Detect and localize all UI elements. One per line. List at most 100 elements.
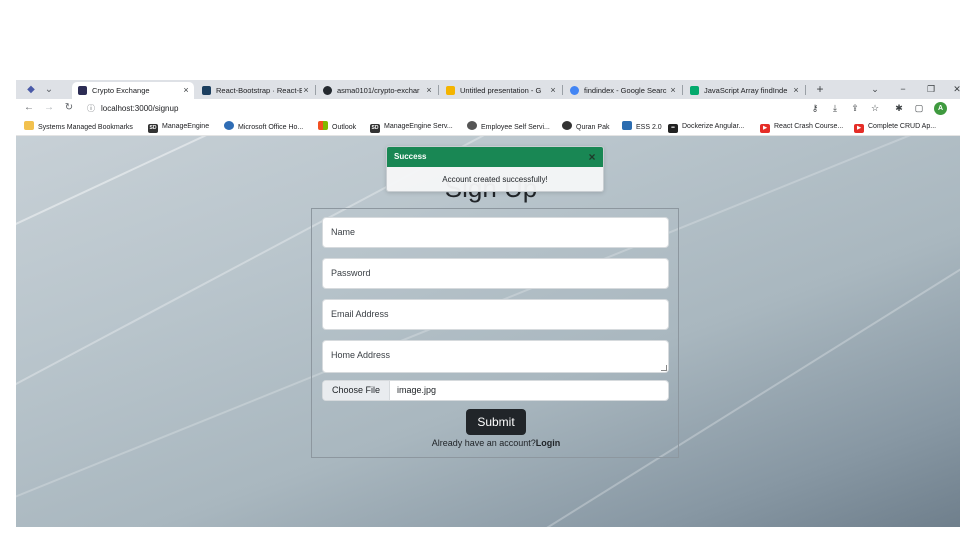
extensions-icon[interactable]: ✱ — [892, 101, 906, 115]
side-panel-icon[interactable]: ▢ — [912, 101, 926, 115]
resize-handle-icon[interactable] — [661, 365, 667, 371]
circle-icon — [562, 121, 572, 130]
close-tab-icon[interactable]: × — [302, 82, 310, 99]
youtube-icon: ▶ — [760, 124, 770, 133]
bookmark-label: Systems Managed Bookmarks — [38, 124, 133, 131]
tab-strip: ◆ ⌄ Crypto Exchange × React-Bootstrap · … — [16, 80, 960, 99]
google-icon — [570, 86, 579, 95]
tab-slides[interactable]: Untitled presentation - G × — [440, 82, 561, 99]
bookmarks-bar: Systems Managed Bookmarks SD ManageEngine… — [16, 118, 960, 136]
bookmark-item[interactable]: Systems Managed Bookmarks — [24, 121, 133, 133]
bookmark-star-icon[interactable]: ☆ — [868, 101, 882, 115]
login-prompt-text: Already have an account? — [431, 438, 536, 448]
browser-window: ◆ ⌄ Crypto Exchange × React-Bootstrap · … — [16, 80, 960, 527]
globe-icon — [467, 121, 477, 130]
login-prompt: Already have an account?Login — [312, 438, 680, 448]
teams-icon[interactable]: ◆ — [24, 83, 38, 96]
toast-message: Account created successfully! — [442, 175, 548, 184]
bookmark-item[interactable]: Quran Pak — [562, 121, 609, 133]
bookmark-item[interactable]: ▶ React Crash Course... — [760, 121, 843, 133]
bookmark-label: Dockerize Angular... — [682, 123, 745, 130]
bookmark-label: ESS 2.0 — [636, 124, 662, 131]
tab-w3schools[interactable]: JavaScript Array findInde × — [684, 82, 804, 99]
password-input[interactable]: Password — [322, 258, 669, 289]
tab-title: Crypto Exchange — [92, 86, 150, 95]
close-tab-icon[interactable]: × — [425, 82, 433, 99]
name-input[interactable]: Name — [322, 217, 669, 248]
selected-file-name: image.jpg — [397, 385, 437, 395]
key-icon[interactable]: ⚷ — [808, 101, 822, 115]
tab-separator — [438, 85, 439, 95]
close-tab-icon[interactable]: × — [792, 82, 800, 99]
tab-separator — [562, 85, 563, 95]
close-icon[interactable]: × — [585, 147, 599, 167]
bookmark-item[interactable]: Employee Self Servi... — [467, 121, 550, 133]
tab-favicon-icon — [202, 86, 211, 95]
sd-icon: SD — [370, 124, 380, 133]
tab-favicon-icon — [78, 86, 87, 95]
email-placeholder: Email Address — [331, 309, 389, 319]
tab-github[interactable]: asma0101/crypto-exchar × — [317, 82, 437, 99]
bookmark-item[interactable]: ▶ Complete CRUD Ap... — [854, 121, 936, 133]
bookmark-item[interactable]: SD ManageEngine Serv... — [370, 121, 453, 133]
bookmark-item[interactable]: Microsoft Office Ho... — [224, 121, 303, 133]
address-textarea[interactable]: Home Address — [322, 340, 669, 373]
back-icon[interactable]: ← — [22, 101, 36, 115]
dots-icon: •• — [668, 124, 678, 133]
github-icon — [323, 86, 332, 95]
install-app-icon[interactable]: ⤓ — [828, 101, 842, 115]
login-link[interactable]: Login — [536, 438, 561, 448]
close-tab-icon[interactable]: × — [669, 82, 677, 99]
forward-icon[interactable]: → — [42, 101, 56, 115]
address-bar[interactable]: ⓘ localhost:3000/signup — [86, 101, 866, 116]
bookmark-label: React Crash Course... — [774, 123, 844, 130]
close-tab-icon[interactable]: × — [549, 82, 557, 99]
tab-react-bootstrap[interactable]: React-Bootstrap · React-B × — [196, 82, 314, 99]
address-placeholder: Home Address — [331, 350, 391, 360]
tab-title: JavaScript Array findInde — [704, 86, 788, 95]
slides-icon — [446, 86, 455, 95]
windows-icon — [318, 121, 328, 130]
tab-separator — [682, 85, 683, 95]
bookmark-item[interactable]: ESS 2.0 — [622, 121, 662, 133]
tab-title: findindex - Google Searc — [584, 86, 667, 95]
tab-separator — [315, 85, 316, 95]
submit-button[interactable]: Submit — [466, 409, 526, 435]
bookmark-item[interactable]: Outlook — [318, 121, 356, 133]
page-viewport: Sign Up Name Password Email Address Home… — [16, 136, 960, 527]
bookmark-label: Quran Pak — [576, 124, 610, 131]
close-window-icon[interactable]: ✕ — [950, 82, 960, 96]
tab-title: Untitled presentation - G — [460, 86, 542, 95]
tab-search-icon[interactable]: ⌄ — [42, 83, 56, 96]
minimize-icon[interactable]: − — [896, 82, 910, 96]
file-upload-field[interactable]: Choose File image.jpg — [322, 380, 669, 401]
w3schools-icon — [690, 86, 699, 95]
tab-crypto-exchange[interactable]: Crypto Exchange × — [72, 82, 194, 99]
bookmark-item[interactable]: •• Dockerize Angular... — [668, 121, 744, 133]
new-tab-button[interactable]: + — [813, 82, 827, 96]
chevron-down-icon[interactable]: ⌄ — [868, 82, 882, 96]
bookmark-label: Complete CRUD Ap... — [868, 123, 937, 130]
toast-header: Success × — [387, 147, 603, 167]
bookmark-label: Outlook — [332, 124, 357, 131]
bookmark-label: ManageEngine Serv... — [384, 123, 453, 130]
site-info-icon[interactable]: ⓘ — [86, 101, 96, 116]
success-toast: Success × Account created successfully! — [386, 146, 604, 192]
toast-title: Success — [394, 152, 427, 161]
restore-icon[interactable]: ❐ — [924, 82, 938, 96]
close-tab-icon[interactable]: × — [182, 82, 190, 99]
reload-icon[interactable]: ↻ — [62, 101, 76, 115]
tab-title: React-Bootstrap · React-B — [216, 86, 302, 95]
youtube-icon: ▶ — [854, 124, 864, 133]
bookmark-label: Microsoft Office Ho... — [238, 124, 304, 131]
url-text: localhost:3000/signup — [101, 104, 179, 113]
tab-google-search[interactable]: findindex - Google Searc × — [564, 82, 681, 99]
profile-avatar[interactable]: A — [934, 102, 947, 115]
folder-icon — [24, 121, 34, 130]
office-icon — [224, 121, 234, 130]
email-input[interactable]: Email Address — [322, 299, 669, 330]
share-icon[interactable]: ⇪ — [848, 101, 862, 115]
choose-file-button[interactable]: Choose File — [323, 381, 390, 400]
bookmark-item[interactable]: SD ManageEngine — [148, 121, 209, 133]
bookmark-label: Employee Self Servi... — [481, 124, 550, 131]
